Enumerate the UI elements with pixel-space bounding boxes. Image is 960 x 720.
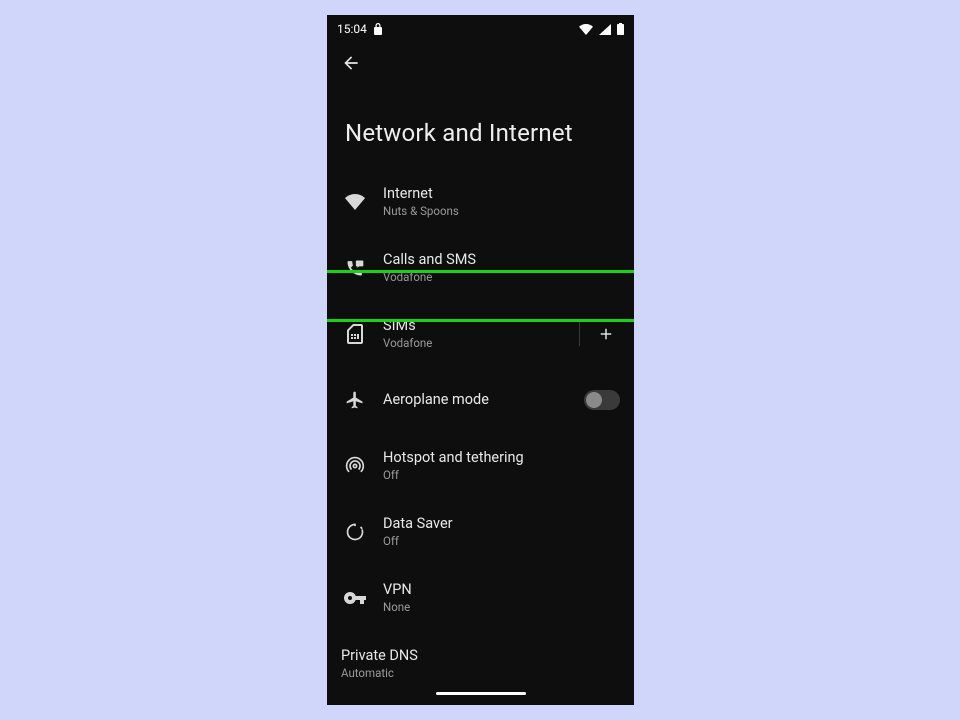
- settings-item-sims[interactable]: SIMs Vodafone: [327, 301, 634, 367]
- aeroplane-mode-switch[interactable]: [584, 390, 620, 410]
- settings-item-subtitle: None: [383, 601, 620, 615]
- lock-icon: [373, 23, 383, 35]
- divider-icon: [579, 322, 580, 346]
- settings-item-internet[interactable]: Internet Nuts & Spoons: [327, 169, 634, 235]
- app-bar: [327, 43, 634, 83]
- vpn-key-icon: [344, 592, 366, 604]
- settings-item-title: Data Saver: [383, 515, 620, 533]
- status-bar: 15:04: [327, 15, 634, 43]
- settings-item-subtitle: Vodafone: [383, 337, 565, 351]
- arrow-back-icon: [341, 53, 361, 73]
- settings-item-hotspot[interactable]: Hotspot and tethering Off: [327, 433, 634, 499]
- wifi-icon: [345, 194, 365, 210]
- settings-item-title: Calls and SMS: [383, 251, 620, 269]
- settings-item-title: Internet: [383, 185, 620, 203]
- settings-item-calls-sms[interactable]: Calls and SMS Vodafone: [327, 235, 634, 301]
- page-title: Network and Internet: [327, 83, 634, 169]
- settings-item-data-saver[interactable]: Data Saver Off: [327, 499, 634, 565]
- gesture-nav-bar[interactable]: [436, 692, 526, 695]
- settings-item-title: SIMs: [383, 317, 565, 335]
- airplane-icon: [345, 390, 365, 410]
- settings-item-vpn[interactable]: VPN None: [327, 565, 634, 631]
- settings-item-title: VPN: [383, 581, 620, 599]
- plus-icon: [597, 325, 615, 343]
- settings-list: Internet Nuts & Spoons Calls and SMS Vod…: [327, 169, 634, 705]
- sim-card-icon: [347, 324, 363, 344]
- settings-item-private-dns[interactable]: Private DNS Automatic: [327, 631, 634, 697]
- back-button[interactable]: [333, 45, 369, 81]
- settings-item-subtitle: Nuts & Spoons: [383, 205, 620, 219]
- call-sms-icon: [345, 258, 365, 278]
- settings-item-aeroplane-mode[interactable]: Aeroplane mode: [327, 367, 634, 433]
- settings-item-subtitle: Off: [383, 469, 620, 483]
- wifi-status-icon: [579, 24, 593, 35]
- settings-item-subtitle: Automatic: [341, 667, 620, 681]
- hotspot-icon: [345, 456, 365, 476]
- settings-item-title: Private DNS: [341, 647, 620, 665]
- status-time: 15:04: [337, 22, 367, 36]
- settings-item-adaptive-connectivity[interactable]: Adaptive connectivity: [327, 697, 634, 705]
- phone-frame: 15:04: [327, 15, 634, 705]
- settings-item-subtitle: Vodafone: [383, 271, 620, 285]
- battery-icon: [617, 23, 624, 35]
- settings-item-title: Hotspot and tethering: [383, 449, 620, 467]
- settings-item-subtitle: Off: [383, 535, 620, 549]
- add-sim-button[interactable]: [592, 320, 620, 348]
- data-saver-icon: [345, 522, 365, 542]
- settings-item-title: Aeroplane mode: [383, 391, 570, 409]
- cell-signal-icon: [599, 24, 611, 35]
